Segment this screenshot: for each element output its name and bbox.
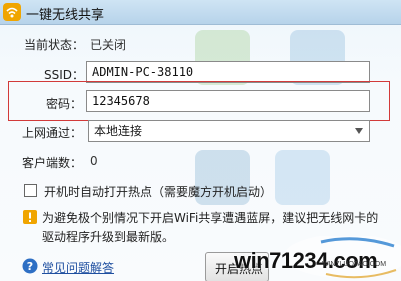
uplink-selected: 本地连接 bbox=[94, 124, 143, 138]
clients-value: 0 bbox=[90, 154, 98, 168]
autostart-checkbox[interactable] bbox=[24, 184, 37, 197]
password-label: 密码： bbox=[46, 97, 83, 111]
autostart-label[interactable]: 开机时自动打开热点（需要魔方开机启动） bbox=[44, 183, 272, 200]
title-bar[interactable]: 一键无线共享 bbox=[0, 0, 401, 25]
password-input[interactable]: 12345678 bbox=[86, 90, 370, 112]
watermark-subtext: WIN7LUOTAO.COM bbox=[322, 261, 387, 268]
window-title: 一键无线共享 bbox=[26, 8, 105, 23]
chevron-down-icon[interactable] bbox=[355, 128, 363, 134]
help-link[interactable]: 常见问题解答 bbox=[42, 259, 114, 276]
svg-text:?: ? bbox=[27, 260, 33, 273]
ssid-input[interactable]: ADMIN-PC-38110 bbox=[86, 61, 370, 83]
help-icon[interactable]: ? bbox=[22, 258, 38, 274]
status-value: 已关闭 bbox=[90, 38, 127, 52]
wifi-share-window: 一键无线共享 当前状态： 已关闭 SSID： ADMIN-PC-38110 密码… bbox=[0, 0, 401, 281]
clients-label: 客户端数： bbox=[22, 156, 83, 170]
status-label: 当前状态： bbox=[24, 38, 85, 52]
background-tile bbox=[275, 150, 330, 205]
wifi-share-icon bbox=[3, 3, 21, 21]
uplink-select[interactable]: 本地连接 bbox=[88, 120, 370, 142]
uplink-label: 上网通过： bbox=[22, 126, 83, 140]
warning-icon bbox=[23, 210, 37, 224]
